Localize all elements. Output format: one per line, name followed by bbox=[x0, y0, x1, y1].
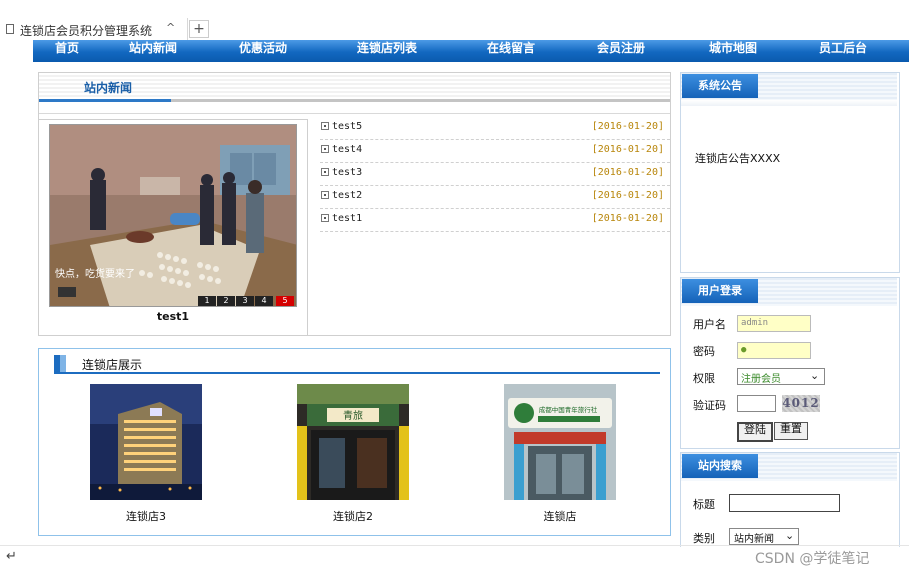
bullet-icon bbox=[321, 214, 329, 222]
nav-item-register[interactable]: 会员注册 bbox=[597, 40, 645, 60]
news-item-date: [2016-01-20] bbox=[591, 144, 664, 155]
nav-item-city-map[interactable]: 城市地图 bbox=[709, 40, 757, 60]
news-title: 站内新闻 bbox=[84, 81, 133, 95]
storefront-photo: 青旅 bbox=[297, 384, 409, 500]
slide-page-button[interactable]: 2 bbox=[217, 296, 235, 306]
store-image[interactable]: 青旅 bbox=[297, 384, 409, 500]
news-item-title[interactable]: test1 bbox=[332, 213, 362, 224]
role-select-value: 注册会员 bbox=[741, 374, 781, 385]
browser-tab-title: 连锁店会员积分管理系统 bbox=[20, 24, 153, 36]
nav-item-guestbook[interactable]: 在线留言 bbox=[487, 40, 535, 60]
notice-text: 连锁店公告XXXX bbox=[695, 152, 781, 165]
news-underline-accent bbox=[39, 99, 171, 102]
list-item[interactable]: test2 [2016-01-20] bbox=[320, 186, 670, 209]
news-item-title[interactable]: test4 bbox=[332, 144, 362, 155]
page-icon bbox=[6, 24, 14, 34]
list-item[interactable]: test1 [2016-01-20] bbox=[320, 209, 670, 232]
search-category-label: 类别 bbox=[693, 532, 715, 545]
news-item-title[interactable]: test2 bbox=[332, 190, 362, 201]
notice-title: 系统公告 bbox=[682, 74, 758, 98]
nav-item-store-list[interactable]: 连锁店列表 bbox=[357, 40, 417, 60]
captcha-input[interactable] bbox=[737, 395, 776, 412]
list-item[interactable]: test5 [2016-01-20] bbox=[320, 117, 670, 140]
slide-page-button[interactable]: 4 bbox=[255, 296, 273, 306]
chevron-down-icon: ⌄ bbox=[785, 529, 795, 542]
captcha-image[interactable]: 4012 bbox=[782, 395, 820, 412]
role-select[interactable]: 注册会员 ⌄ bbox=[737, 368, 825, 385]
password-label: 密码 bbox=[693, 345, 715, 358]
section-marker-icon bbox=[54, 355, 66, 373]
bullet-icon bbox=[321, 122, 329, 130]
role-label: 权限 bbox=[693, 372, 715, 385]
nav-item-staff-admin[interactable]: 员工后台 bbox=[819, 40, 867, 60]
slide-page-button-active[interactable]: 5 bbox=[276, 296, 294, 306]
search-category-value: 站内新闻 bbox=[734, 534, 774, 545]
password-field[interactable]: ● bbox=[737, 342, 811, 359]
notice-header-shadow bbox=[681, 100, 897, 106]
nav-item-news[interactable]: 站内新闻 bbox=[129, 40, 177, 60]
bullet-icon bbox=[321, 145, 329, 153]
main-nav: 首页 站内新闻 优惠活动 连锁店列表 在线留言 会员注册 城市地图 员工后台 bbox=[33, 40, 909, 62]
nav-item-home[interactable]: 首页 bbox=[55, 40, 79, 60]
news-item-date: [2016-01-20] bbox=[591, 213, 664, 224]
username-field[interactable]: admin bbox=[737, 315, 811, 332]
news-item-date: [2016-01-20] bbox=[591, 121, 664, 132]
store-caption[interactable]: 连锁店2 bbox=[297, 508, 409, 524]
agency-sign: 成都中国青年旅行社 bbox=[539, 405, 598, 414]
storefront-sign: 青旅 bbox=[343, 409, 363, 422]
news-divider bbox=[39, 113, 670, 114]
photo-overlay-text: 快点，吃货要来了 bbox=[55, 269, 135, 280]
captcha-label: 验证码 bbox=[693, 399, 726, 412]
news-item-title[interactable]: test5 bbox=[332, 121, 362, 132]
return-icon: ↵ bbox=[6, 549, 17, 564]
search-title-label: 标题 bbox=[693, 498, 715, 511]
new-tab-button[interactable]: + bbox=[189, 20, 209, 38]
news-item-title[interactable]: test3 bbox=[332, 167, 362, 178]
news-item-date: [2016-01-20] bbox=[591, 190, 664, 201]
login-title: 用户登录 bbox=[682, 279, 758, 303]
search-title-input[interactable] bbox=[729, 494, 840, 512]
search-title: 站内搜索 bbox=[682, 454, 758, 478]
store-caption[interactable]: 连锁店3 bbox=[90, 508, 202, 524]
store-showcase-underline bbox=[54, 372, 660, 374]
list-item[interactable]: test3 [2016-01-20] bbox=[320, 163, 670, 186]
slideshow-caption[interactable]: test1 bbox=[49, 310, 297, 323]
page-bottom-divider bbox=[0, 545, 909, 546]
chevron-down-icon: ⌄ bbox=[810, 369, 820, 382]
chevron-up-icon[interactable]: ^ bbox=[166, 21, 175, 34]
bullet-icon bbox=[321, 191, 329, 199]
news-item-date: [2016-01-20] bbox=[591, 167, 664, 178]
watermark: CSDN @学徒笔记 bbox=[755, 551, 870, 567]
store-image[interactable] bbox=[90, 384, 202, 500]
search-category-select[interactable]: 站内新闻 ⌄ bbox=[729, 528, 799, 545]
list-item[interactable]: test4 [2016-01-20] bbox=[320, 140, 670, 163]
reset-button[interactable]: 重置 bbox=[774, 422, 808, 440]
nav-item-promotions[interactable]: 优惠活动 bbox=[239, 40, 287, 60]
login-button[interactable]: 登陆 bbox=[737, 422, 773, 442]
hotel-night-photo bbox=[90, 384, 202, 500]
store-image[interactable]: 成都中国青年旅行社 bbox=[504, 384, 616, 500]
username-label: 用户名 bbox=[693, 318, 726, 331]
slide-page-button[interactable]: 1 bbox=[198, 296, 216, 306]
store-caption[interactable]: 连锁店 bbox=[504, 508, 616, 524]
slide-page-button[interactable]: 3 bbox=[236, 296, 254, 306]
store-showcase-title: 连锁店展示 bbox=[82, 358, 143, 372]
travel-agency-photo: 成都中国青年旅行社 bbox=[504, 384, 616, 500]
bullet-icon bbox=[321, 168, 329, 176]
